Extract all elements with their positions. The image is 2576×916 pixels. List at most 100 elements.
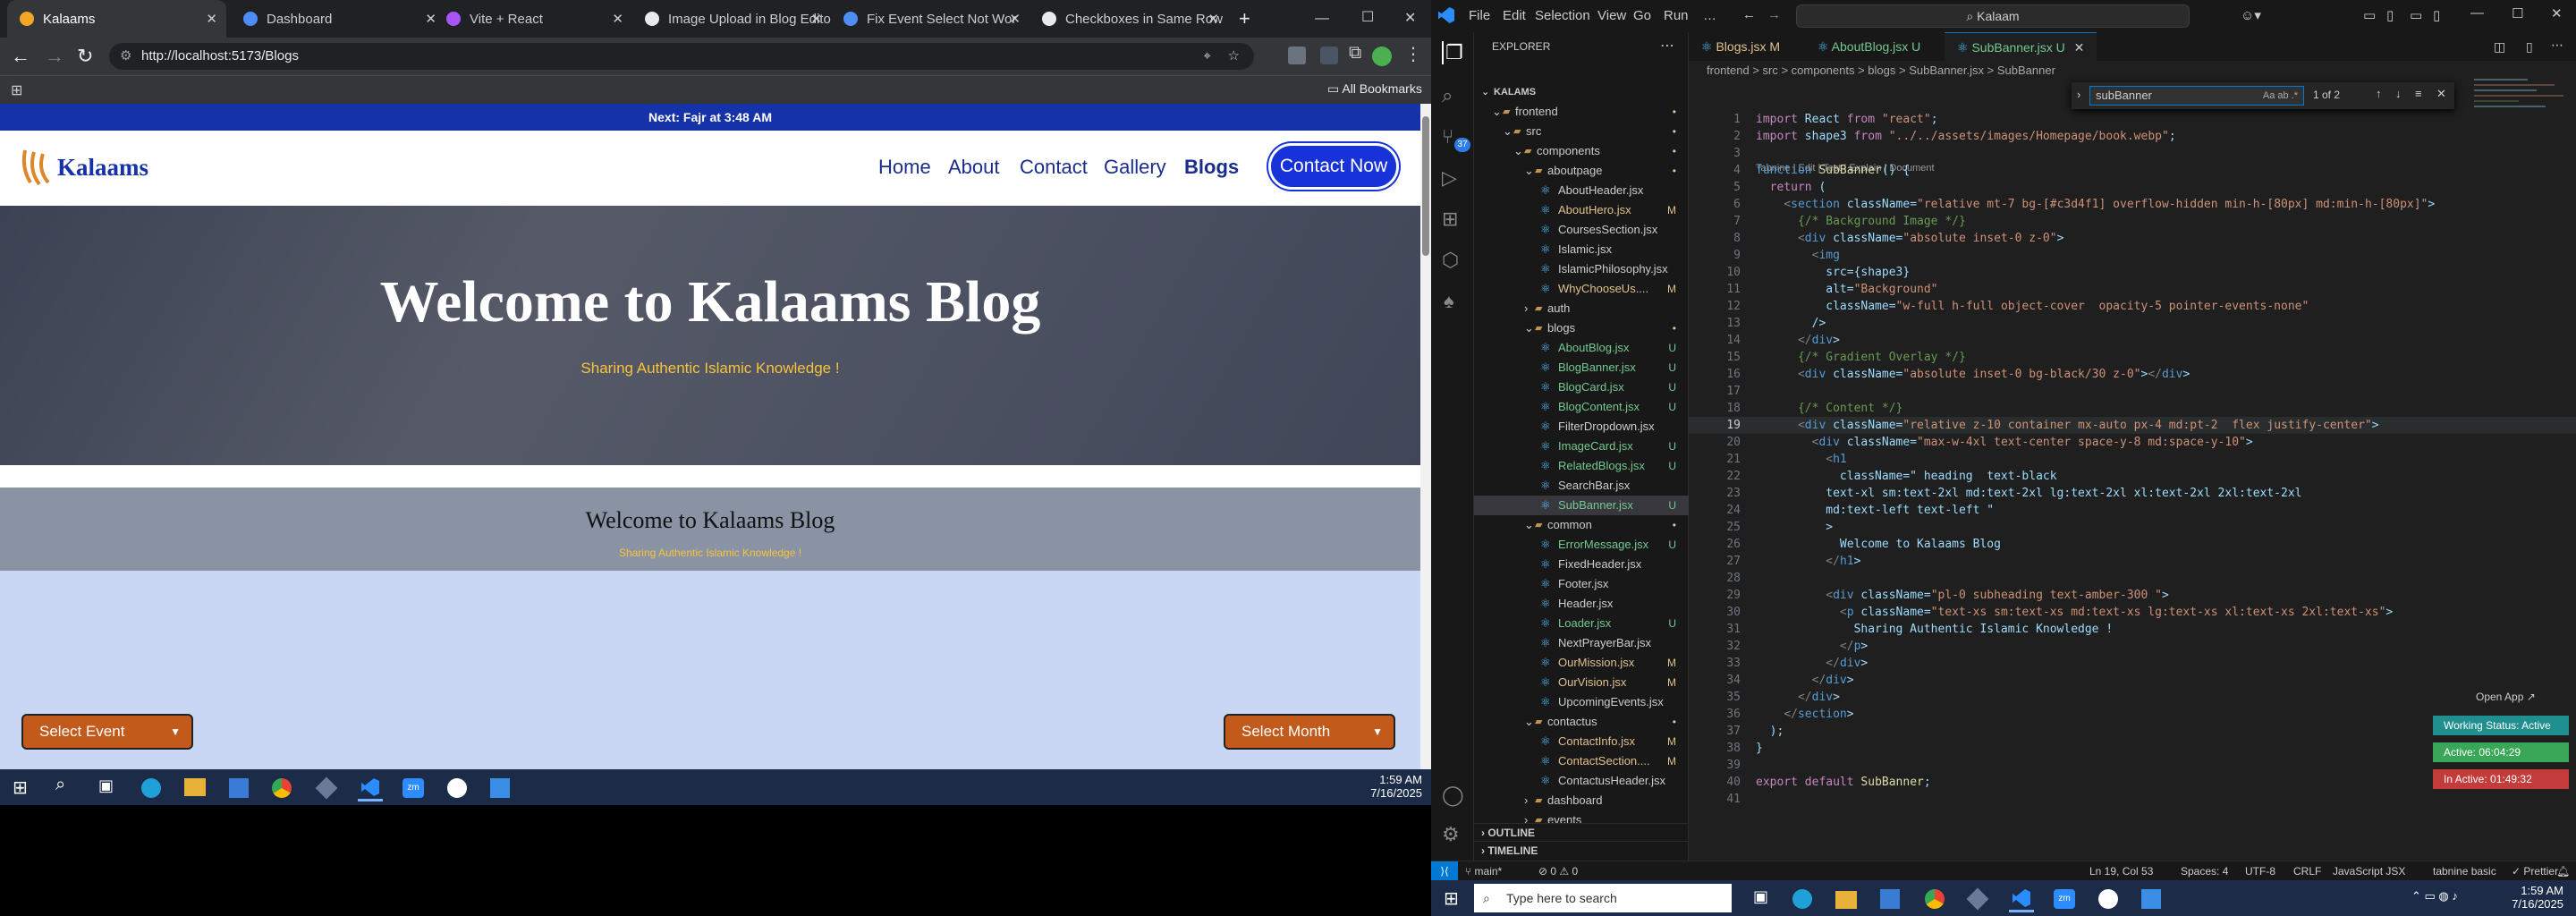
explorer-item-whychooseus[interactable]: ⚛ WhyChooseUs.... M — [1474, 279, 1689, 299]
nav-blogs[interactable]: Blogs — [1184, 156, 1239, 179]
tab-kalaams[interactable]: Kalaams ✕ — [7, 0, 226, 38]
code-line[interactable]: 22 className=" heading text-black — [1689, 468, 2576, 485]
explorer-item-frontend[interactable]: ⌄ ▰ frontend • — [1474, 102, 1689, 122]
code-line[interactable]: 23 text-xl sm:text-2xl md:text-2xl lg:te… — [1689, 485, 2576, 502]
extension-icon[interactable] — [1320, 47, 1338, 64]
code-line[interactable]: 26 Welcome to Kalaams Blog — [1689, 536, 2576, 553]
back-icon[interactable]: ← — [1742, 7, 1756, 22]
taskbar-search-box[interactable]: ⌕ Type here to search — [1474, 884, 1732, 912]
code-line[interactable]: 27 </h1> — [1689, 553, 2576, 570]
code-line[interactable]: 4 function SubBanner() { — [1689, 162, 2576, 179]
forward-icon[interactable]: → — [1767, 7, 1781, 22]
task-view-icon[interactable]: ▣ — [98, 776, 114, 795]
explorer-item-header-jsx[interactable]: ⚛ Header.jsx — [1474, 594, 1689, 614]
explorer-item-footer-jsx[interactable]: ⚛ Footer.jsx — [1474, 574, 1689, 594]
tab-fix-event-select[interactable]: Fix Event Select Not Working ✕ — [831, 0, 1030, 38]
chrome-icon[interactable] — [272, 778, 292, 798]
nav-contact[interactable]: Contact — [1020, 156, 1088, 179]
code-line[interactable]: 8 <div className="absolute inset-0 z-0"> — [1689, 230, 2576, 247]
editor-tab-subbanner[interactable]: ⚛ SubBanner.jsx U ✕ — [1945, 32, 2097, 61]
extensions-puzzle-icon[interactable]: ⧉ — [1349, 43, 1361, 64]
reload-icon[interactable]: ↻ — [77, 45, 93, 68]
store-icon[interactable] — [1880, 889, 1900, 909]
explorer-item-searchbar-jsx[interactable]: ⚛ SearchBar.jsx — [1474, 476, 1689, 496]
extension-icon[interactable] — [1288, 47, 1306, 64]
toggle-secondary-icon[interactable]: ▯ — [2433, 7, 2440, 23]
maximize-icon[interactable]: ☐ — [1361, 8, 1374, 26]
match-options-icon[interactable]: Aa ab .* — [2263, 87, 2298, 105]
chevron-right-icon[interactable]: › — [2077, 88, 2080, 101]
minimap[interactable] — [2469, 75, 2576, 147]
code-line[interactable]: 21 <h1 — [1689, 451, 2576, 468]
forward-icon[interactable]: → — [45, 45, 64, 68]
explorer-item-contactsection[interactable]: ⚛ ContactSection.... M — [1474, 751, 1689, 771]
scrollbar-thumb[interactable] — [1422, 116, 1429, 256]
breadcrumb[interactable]: frontend > src > components > blogs > Su… — [1689, 61, 2576, 81]
problems-count[interactable]: ⊘ 0 ⚠ 0 — [1538, 861, 1578, 881]
explorer-item-ourvision-jsx[interactable]: ⚛ OurVision.jsx M — [1474, 673, 1689, 692]
code-line[interactable]: 20 <div className="max-w-4xl text-center… — [1689, 434, 2576, 451]
toggle-sidebar-icon[interactable]: ▯ — [2386, 7, 2394, 23]
close-tab-icon[interactable]: ✕ — [1208, 11, 1219, 27]
command-center-search[interactable]: ⌕ Kalaam — [1796, 4, 2190, 28]
nav-about[interactable]: About — [948, 156, 1000, 179]
explorer-item-contactusheader-jsx[interactable]: ⚛ ContactusHeader.jsx — [1474, 771, 1689, 791]
menu-more[interactable]: … — [1703, 8, 1716, 23]
code-line[interactable]: 11 alt="Background" — [1689, 281, 2576, 298]
remote-icon[interactable]: ⬡ — [1442, 249, 1459, 272]
explorer-item-aboutheader-jsx[interactable]: ⚛ AboutHeader.jsx — [1474, 181, 1689, 200]
remote-indicator-icon[interactable]: ⟩⟨ — [1431, 861, 1458, 881]
code-line[interactable]: 29 <div className="pl-0 subheading text-… — [1689, 587, 2576, 604]
zoom-icon[interactable]: zm — [2054, 889, 2075, 909]
close-icon[interactable]: ✕ — [2436, 87, 2446, 101]
page-scrollbar[interactable] — [1420, 104, 1431, 769]
extensions-icon[interactable]: ⊞ — [1442, 208, 1458, 231]
layout-icon[interactable]: ▭ — [2363, 7, 2376, 23]
language-mode[interactable]: JavaScript JSX — [2333, 861, 2405, 881]
explorer-item-filterdropdown-jsx[interactable]: ⚛ FilterDropdown.jsx — [1474, 417, 1689, 437]
code-line[interactable]: 1 import React from "react"; — [1689, 111, 2576, 128]
toggle-panel-icon[interactable]: ▭ — [2410, 7, 2422, 23]
explorer-item-subbanner-jsx[interactable]: ⚛ SubBanner.jsx U — [1474, 496, 1689, 515]
site-logo[interactable]: Kalaams — [20, 147, 148, 188]
tab-dashboard[interactable]: Dashboard ✕ — [231, 0, 445, 38]
explorer-item-common[interactable]: ⌄ ▰ common • — [1474, 515, 1689, 535]
account-icon[interactable]: ◯ — [1442, 784, 1464, 807]
eol[interactable]: CRLF — [2293, 861, 2321, 881]
location-icon[interactable]: ⌖ — [1204, 43, 1211, 70]
explorer-item-src[interactable]: ⌄ ▰ src • — [1474, 122, 1689, 141]
code-line[interactable]: 32 </p> — [1689, 638, 2576, 655]
tab-image-upload[interactable]: Image Upload in Blog Editor ✕ — [632, 0, 831, 38]
code-line[interactable]: 12 className="w-full h-full object-cover… — [1689, 298, 2576, 315]
file-explorer-icon[interactable] — [184, 778, 206, 796]
left-clock[interactable]: 1:59 AM 7/16/2025 — [1342, 773, 1422, 800]
site-info-icon[interactable]: ⚙ — [120, 43, 131, 70]
open-app-link[interactable]: Open App ↗ — [2476, 691, 2536, 703]
explorer-item-kalams[interactable]: ⌄ KALAMS — [1474, 82, 1689, 102]
code-line[interactable]: 18 {/* Content */} — [1689, 400, 2576, 417]
explorer-item-aboutblog-jsx[interactable]: ⚛ AboutBlog.jsx U — [1474, 338, 1689, 358]
close-tab-icon[interactable]: ✕ — [2074, 40, 2085, 55]
menu-selection[interactable]: Selection — [1535, 8, 1590, 23]
edge-icon[interactable] — [141, 778, 161, 798]
new-tab-icon[interactable]: + — [1239, 7, 1250, 30]
code-line[interactable]: 31 Sharing Authentic Islamic Knowledge ! — [1689, 621, 2576, 638]
explorer-item-loader-jsx[interactable]: ⚛ Loader.jsx U — [1474, 614, 1689, 633]
file-explorer-icon[interactable] — [1835, 891, 1857, 909]
code-editor[interactable]: 1 import React from "react"; 2 import shape… — [1689, 111, 2576, 808]
explorer-item-abouthero-jsx[interactable]: ⚛ AboutHero.jsx M — [1474, 200, 1689, 220]
explorer-item-blogcard-jsx[interactable]: ⚛ BlogCard.jsx U — [1474, 377, 1689, 397]
explorer-item-blogbanner-jsx[interactable]: ⚛ BlogBanner.jsx U — [1474, 358, 1689, 377]
code-line[interactable]: 3 — [1689, 145, 2576, 162]
explorer-icon[interactable]: ❐ — [1442, 41, 1463, 64]
indent-setting[interactable]: Spaces: 4 — [2181, 861, 2228, 881]
maximize-icon[interactable]: ☐ — [2512, 5, 2523, 21]
editor-tab-blogs[interactable]: ⚛ Blogs.jsx M — [1689, 32, 1805, 61]
explorer-item-coursessection-jsx[interactable]: ⚛ CoursesSection.jsx — [1474, 220, 1689, 240]
gear-icon[interactable]: ⚙ — [1442, 823, 1460, 846]
close-tab-icon[interactable]: ✕ — [1009, 11, 1021, 27]
explorer-item-islamic-jsx[interactable]: ⚛ Islamic.jsx — [1474, 240, 1689, 259]
code-line[interactable]: 17 — [1689, 383, 2576, 400]
copilot-icon[interactable]: ☺▾ — [2241, 7, 2261, 23]
tabnine-status[interactable]: tabnine basic — [2433, 861, 2496, 881]
